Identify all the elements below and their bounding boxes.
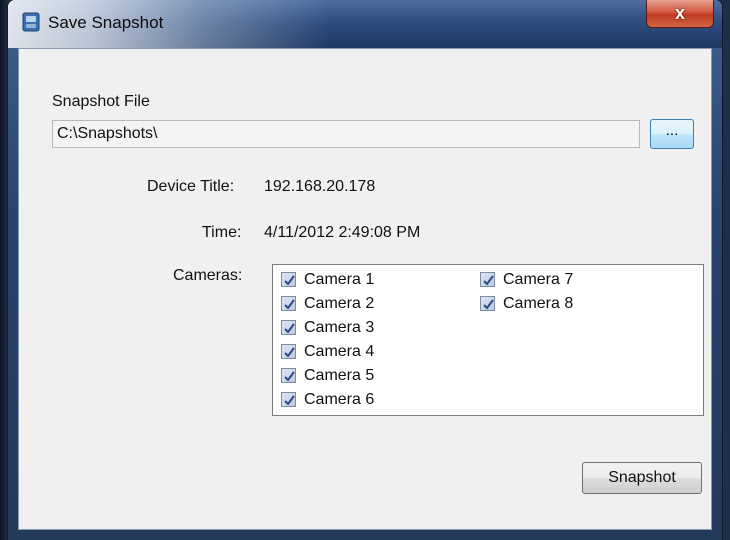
camera-label: Camera 4 <box>304 343 375 360</box>
camera-label: Camera 5 <box>304 367 375 384</box>
checkbox-icon[interactable] <box>281 344 296 359</box>
time-label: Time: <box>202 224 242 241</box>
checkmark-icon <box>483 299 494 310</box>
checkbox-icon[interactable] <box>281 320 296 335</box>
window-title: Save Snapshot <box>48 13 164 32</box>
checkmark-icon <box>284 347 295 358</box>
camera-label: Camera 1 <box>304 271 375 288</box>
camera-label: Camera 3 <box>304 319 375 336</box>
checkmark-icon <box>284 275 295 286</box>
checkmark-icon <box>284 395 295 406</box>
close-button[interactable]: x <box>646 0 714 28</box>
dialog-body: Snapshot File C:\Snapshots\ ... Device T… <box>18 48 712 530</box>
checkbox-icon[interactable] <box>281 296 296 311</box>
checkbox-icon[interactable] <box>480 272 495 287</box>
checkmark-icon <box>483 275 494 286</box>
camera-label: Camera 6 <box>304 391 375 408</box>
checkmark-icon <box>284 299 295 310</box>
title-bar[interactable]: Save Snapshot x <box>8 0 722 48</box>
snapshot-button[interactable]: Snapshot <box>582 462 702 494</box>
snapshot-file-label: Snapshot File <box>52 93 150 110</box>
save-snapshot-window: Save Snapshot x Snapshot File C:\Snapsho… <box>8 0 722 540</box>
camera-label: Camera 2 <box>304 295 375 312</box>
checkmark-icon <box>284 323 295 334</box>
checkbox-icon[interactable] <box>281 272 296 287</box>
close-icon: x <box>674 3 685 23</box>
device-title-label: Device Title: <box>147 178 235 195</box>
time-value: 4/11/2012 2:49:08 PM <box>264 224 421 241</box>
browse-button[interactable]: ... <box>650 119 694 149</box>
device-title-value: 192.168.20.178 <box>264 178 376 195</box>
checkbox-icon[interactable] <box>281 392 296 407</box>
cameras-listbox[interactable]: Camera 1 Camera 2 Camera 3 Camera 4 Came… <box>272 264 704 416</box>
camera-label: Camera 8 <box>503 295 574 312</box>
app-icon <box>22 12 40 32</box>
camera-label: Camera 7 <box>503 271 574 288</box>
checkbox-icon[interactable] <box>480 296 495 311</box>
checkbox-icon[interactable] <box>281 368 296 383</box>
cameras-label: Cameras: <box>173 267 243 284</box>
checkmark-icon <box>284 371 295 382</box>
snapshot-file-input[interactable]: C:\Snapshots\ <box>52 120 640 148</box>
